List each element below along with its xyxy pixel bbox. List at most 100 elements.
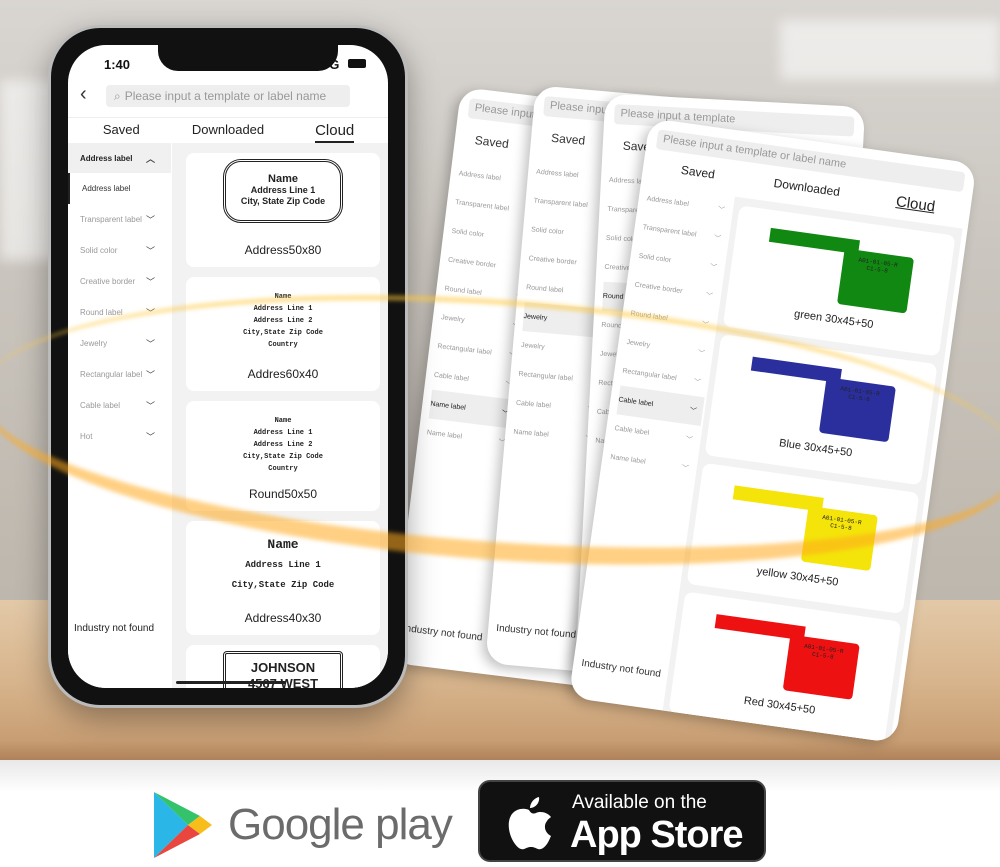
sidebar-item[interactable]: Jewelry ﹀ <box>68 328 171 359</box>
sidebar-item-label: Rectangular label <box>622 367 677 383</box>
sidebar-item-label: Address label <box>535 168 579 180</box>
template-name: Address40x30 <box>244 611 322 625</box>
search-input[interactable]: ⌕ Please input a template or label name <box>106 85 350 107</box>
sidebar-item[interactable]: Cable label ﹀ <box>68 390 171 421</box>
search-icon: ⌕ <box>114 88 121 103</box>
sidebar-item[interactable]: Rectangular label﹀ <box>68 359 171 390</box>
sidebar-item[interactable]: Round label ﹀ <box>68 297 171 328</box>
template-line: Country <box>268 465 298 473</box>
app-store-line1: Available on the <box>572 792 707 813</box>
google-play-text: Google play <box>228 800 453 849</box>
empty-text: Industry not found <box>495 622 577 641</box>
template-line: Name <box>274 417 292 425</box>
label-card[interactable]: A01-01-05-R C1-5-8 Blue 30x45+50 <box>704 334 938 486</box>
chevron-down-icon: ﹀ <box>145 432 155 442</box>
cable-label-flag: A01-01-05-R C1-5-8 <box>800 505 878 572</box>
sidebar-item[interactable]: Address label <box>68 173 171 204</box>
template-card[interactable]: Name Address Line 1 City, State Zip Code Ad… <box>186 153 380 267</box>
label-card[interactable]: A01-01-05-R C1-5-8 yellow 30x45+50 <box>686 462 920 614</box>
template-preview: Name Address Line 1 City,State Zip Code <box>186 521 380 595</box>
sidebar-item-label: Solid color <box>530 226 564 237</box>
app-store-badge[interactable]: Available on the App Store <box>478 780 766 862</box>
template-line: Address Line 1 <box>250 185 316 195</box>
status-network: 5G <box>322 57 340 72</box>
sidebar-item[interactable]: Address label ︿ <box>68 143 171 173</box>
tab-saved[interactable]: Saved <box>68 118 175 141</box>
category-sidebar: Address label ︿ Address label Transparent l… <box>68 143 171 688</box>
template-preview: Name Address Line 1 City, State Zip Code <box>223 159 343 223</box>
google-play-icon <box>154 792 212 858</box>
tab-downloaded[interactable]: Downloaded <box>175 118 282 141</box>
sidebar-item-label: Jewelry <box>520 341 545 351</box>
sidebar-item-label: Address label <box>80 153 133 163</box>
chevron-down-icon: ﹀ <box>693 378 702 387</box>
sidebar-item[interactable]: Solid color ﹀ <box>68 235 171 266</box>
sidebar-item[interactable]: Transparent label﹀ <box>68 204 171 235</box>
template-line: Address Line 2 <box>253 317 313 325</box>
sidebar-item-label: Rectangular label <box>437 342 492 357</box>
template-line: City,State Zip Code <box>231 580 335 590</box>
sidebar-item-label: Transparent label <box>533 197 588 210</box>
chevron-down-icon: ﹀ <box>709 263 718 272</box>
chevron-down-icon: ﹀ <box>717 205 726 214</box>
tab-saved[interactable]: Saved <box>474 133 509 151</box>
chevron-down-icon: ﹀ <box>697 349 706 358</box>
phone: 1:40 5G ‹ ⌕ Please input a template or la… <box>48 25 408 708</box>
sidebar-item-label: Jewelry <box>626 338 651 350</box>
chevron-down-icon: ﹀ <box>705 292 714 300</box>
template-preview: Name Address Line 1 Address Line 2 City,Sta… <box>186 277 380 351</box>
chevron-down-icon: ﹀ <box>145 215 155 225</box>
sidebar-item-label: Name label <box>426 429 463 441</box>
template-name: Address50x80 <box>244 243 322 257</box>
sidebar-item-label: Rectangular label <box>518 370 574 383</box>
app-store-line2: App Store <box>570 814 744 856</box>
template-card[interactable]: Name Address Line 1 Address Line 2 City,Sta… <box>186 277 380 391</box>
status-time: 1:40 <box>104 57 131 72</box>
chevron-down-icon: ﹀ <box>145 277 155 287</box>
sidebar-item-label: Creative border <box>80 277 136 286</box>
template-list: Name Address Line 1 City, State Zip Code Ad… <box>172 143 388 688</box>
chevron-down-icon: ﹀ <box>145 308 155 318</box>
sidebar-item-label: Cable label <box>613 425 650 437</box>
sidebar-item-label: Hot <box>80 432 93 441</box>
sidebar-item-label: Round label <box>444 285 483 297</box>
sidebar-item-label: Cable label <box>80 401 121 410</box>
tab-saved[interactable]: Saved <box>551 131 586 148</box>
sidebar-item-label: Creative border <box>634 281 683 296</box>
sidebar-item-label: Address label <box>82 184 131 193</box>
sidebar-item-label: Name label <box>513 428 550 439</box>
empty-text: Industry not found <box>580 657 662 680</box>
template-card[interactable]: Name Address Line 1 City,State Zip Code Add… <box>186 521 380 635</box>
google-play-badge[interactable]: Google play <box>152 790 453 860</box>
sidebar-item-label: Jewelry <box>440 314 465 325</box>
sidebar-item-label: Jewelry <box>523 313 548 323</box>
template-line: Country <box>268 341 298 349</box>
chevron-down-icon: ﹀ <box>145 370 155 380</box>
sidebar-item[interactable]: Creative border ﹀ <box>68 266 171 297</box>
template-line: Address Line 1 <box>253 429 313 437</box>
sidebar-item-label: Cable label <box>515 399 552 410</box>
cable-label-flag: A01-01-05-R C1-5-8 <box>818 377 896 443</box>
sidebar-item[interactable]: Hot ﹀ <box>68 421 171 452</box>
sidebar-item-label: Solid color <box>80 246 118 255</box>
chevron-down-icon: ﹀ <box>685 435 694 444</box>
template-line: Name <box>267 537 299 552</box>
template-line: Address Line 2 <box>253 441 313 449</box>
template-card[interactable]: Name Address Line 1 Address Line 2 City,Sta… <box>186 401 380 511</box>
sidebar-item-label: Transparent label <box>80 215 142 224</box>
chevron-down-icon: ﹀ <box>689 406 698 415</box>
empty-text: Industry not found <box>402 622 483 644</box>
chevron-down-icon: ﹀ <box>701 320 710 329</box>
sidebar-item-label: Creative border <box>447 256 497 270</box>
sidebar-item-label: Round label <box>80 308 123 317</box>
tab-cloud[interactable]: Cloud <box>281 118 388 143</box>
chevron-up-icon: ︿ <box>145 153 155 164</box>
chevron-down-icon: ﹀ <box>145 339 155 349</box>
cable-label-flag: A01-01-05-R C1-5-8 <box>782 634 860 700</box>
search-placeholder: Please input a template or label name <box>124 89 327 103</box>
sidebar-item-label: Round label <box>525 284 564 295</box>
sidebar-item-label: Solid color <box>638 252 672 265</box>
label-card[interactable]: A01-01-05-R C1-5-8 green 30x45+50 <box>722 205 956 357</box>
sidebar-item-label: Transparent label <box>454 199 510 213</box>
back-icon[interactable]: ‹ <box>80 83 87 106</box>
